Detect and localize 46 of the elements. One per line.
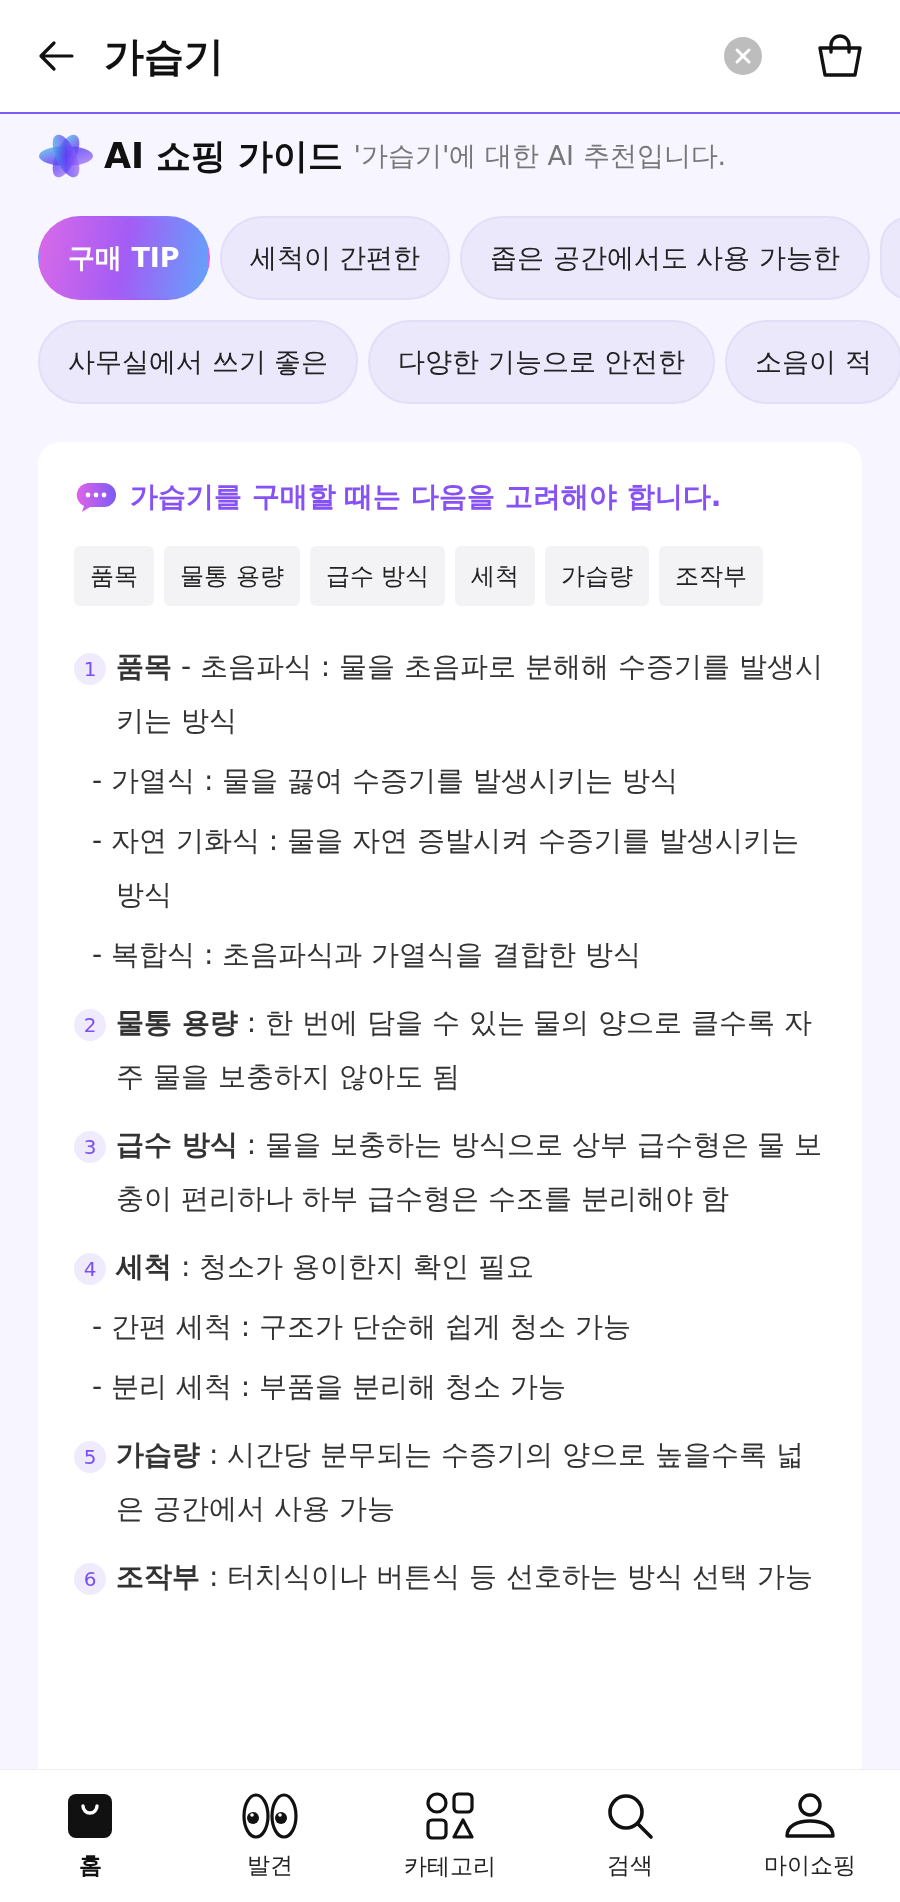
category-grid-icon	[425, 1790, 475, 1841]
bag-icon	[66, 1791, 114, 1840]
filter-chip[interactable]: 세척이 간편한	[219, 216, 451, 300]
search-query[interactable]: 가습기	[104, 28, 696, 84]
person-icon	[784, 1791, 836, 1840]
number-badge: 3	[74, 1131, 106, 1163]
nav-tab[interactable]: 발견	[190, 1790, 350, 1882]
topic-tag[interactable]: 조작부	[659, 546, 764, 606]
tip-text: 물통 용량 : 한 번에 담을 수 있는 물의 양으로 클수록 자주 물을 보충하지 않아도 됨	[116, 1005, 814, 1095]
tip-subtext: - 간편 세척 : 구조가 단순해 쉽게 청소 가능	[92, 1309, 632, 1345]
filter-chip[interactable]: 소음이 적	[725, 320, 900, 404]
tip-subtext: - 복합식 : 초음파식과 가열식을 결합한 방식	[92, 937, 642, 973]
topic-tag[interactable]: 가습량	[545, 546, 650, 606]
nav-tab[interactable]: 카테고리	[370, 1789, 530, 1883]
tip-subtext: - 자연 기화식 : 물을 자연 증발시켜 수증기를 발생시키는 방식	[92, 823, 800, 913]
topic-tag[interactable]: 품목	[74, 546, 154, 606]
number-badge: 4	[74, 1253, 106, 1285]
number-badge: 6	[74, 1563, 106, 1595]
tip-heading: 가습기를 구매할 때는 다음을 고려해야 합니다.	[130, 479, 722, 515]
sparkle-logo-icon	[38, 132, 94, 180]
nav-tab[interactable]: 검색	[550, 1790, 710, 1882]
tip-text: 가습량 : 시간당 분무되는 수증기의 양으로 높을수록 넓은 공간에서 사용 가능	[116, 1437, 805, 1527]
number-badge: 2	[74, 1009, 106, 1041]
guide-title: AI 쇼핑 가이드	[104, 134, 344, 178]
eyes-icon	[241, 1791, 299, 1840]
topic-tag[interactable]: 급수 방식	[309, 546, 446, 606]
nav-tab[interactable]: 마이쇼핑	[730, 1790, 890, 1882]
topic-tag[interactable]: 세척	[455, 546, 536, 606]
guide-subtitle: '가습기'에 대한 AI 추천입니다.	[353, 139, 727, 173]
filter-chip[interactable]: 좁은 공간에서도 사용 가능한	[460, 216, 870, 300]
chat-bubble-icon	[74, 481, 118, 513]
number-badge: 5	[74, 1441, 106, 1473]
filter-chip[interactable]: 다양한 기능으로 안전한	[368, 320, 716, 404]
search-icon	[606, 1791, 654, 1840]
filter-chip[interactable]: 구매 TIP	[38, 216, 210, 300]
shopping-bag-icon[interactable]	[816, 34, 864, 78]
filter-chip[interactable]: 사무실에서 쓰기 좋은	[38, 320, 359, 404]
tip-text: 조작부 : 터치식이나 버튼식 등 선호하는 방식 선택 가능	[116, 1559, 813, 1595]
tip-text: 품목 - 초음파식 : 물을 초음파로 분해해 수증기를 발생시키는 방식	[116, 649, 824, 739]
tip-text: 세척 : 청소가 용이한지 확인 필요	[116, 1249, 534, 1285]
tip-subtext: - 가열식 : 물을 끓여 수증기를 발생시키는 방식	[92, 763, 679, 799]
nav-tab[interactable]: 홈	[10, 1790, 170, 1882]
tip-text: 급수 방식 : 물을 보충하는 방식으로 상부 급수형은 물 보충이 편리하나 하부 급수형은 수조를 분리해야 함	[116, 1127, 824, 1217]
number-badge: 1	[74, 653, 106, 685]
tip-subtext: - 분리 세척 : 부품을 분리해 청소 가능	[92, 1369, 567, 1405]
topic-tag[interactable]: 물통 용량	[164, 546, 300, 606]
